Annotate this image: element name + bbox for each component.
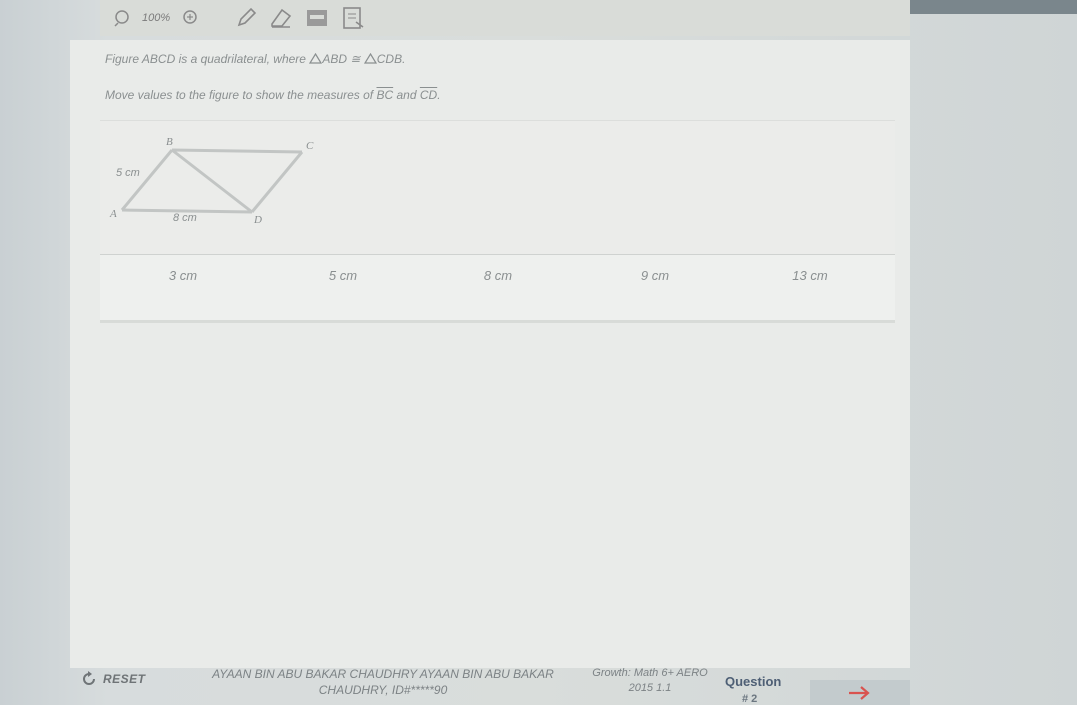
triangle-abd-label: ABD [322, 52, 347, 66]
side-ab [120, 149, 174, 211]
test-name-line-2: 2015 1.1 [628, 682, 672, 694]
toolbar: 100% [100, 0, 910, 36]
arrow-right-icon [849, 685, 870, 700]
answer-tile[interactable]: 5 cm [308, 262, 378, 290]
answer-tile[interactable]: 8 cm [463, 262, 533, 290]
diagonal-bd [171, 148, 253, 214]
pencil-icon [237, 7, 257, 27]
answer-tile[interactable]: 9 cm [620, 262, 690, 290]
congruent-symbol: ≅ [347, 52, 364, 66]
reset-label: RESET [103, 672, 146, 686]
reset-button[interactable]: RESET [80, 668, 146, 690]
notepad-tool-button[interactable] [340, 5, 366, 31]
question-line-1: Figure ABCD is a quadrilateral, where AB… [105, 52, 405, 66]
vertex-a-label: A [109, 208, 117, 220]
prompt-period-1: . [402, 52, 406, 66]
prompt-text-2: Move values to the figure to show the me… [105, 88, 377, 102]
side-bc [171, 148, 303, 154]
pencil-tool-button[interactable] [234, 6, 258, 30]
eraser-icon [271, 8, 292, 28]
side-ab-measure: 5 cm [116, 167, 140, 179]
student-name-line-1: AYAAN BIN ABU BAKAR CHAUDHRY AYAAN BIN A… [212, 667, 554, 681]
student-name: AYAAN BIN ABU BAKAR CHAUDHRY AYAAN BIN A… [188, 666, 578, 698]
next-question-button[interactable] [810, 680, 910, 705]
zoom-in-button[interactable] [180, 9, 200, 27]
quadrilateral-figure: A B C D 5 cm 8 cm [109, 136, 314, 226]
zoom-out-button[interactable] [112, 9, 132, 27]
vertex-d-label: D [253, 214, 262, 226]
eraser-tool-button[interactable] [268, 6, 294, 30]
triangle-cdb-label: CDB [376, 52, 403, 66]
prompt-period-2: . [437, 88, 441, 102]
question-label: Question [725, 674, 782, 689]
prompt-and: and [393, 88, 420, 102]
segment-bc-label: BC [376, 88, 394, 102]
zoom-level: 100% [142, 12, 171, 24]
zoom-out-icon [114, 10, 129, 27]
highlighter-tool-button[interactable] [304, 6, 330, 30]
answer-tile[interactable]: 3 cm [148, 262, 218, 290]
notepad-icon [343, 7, 364, 29]
side-cd [250, 151, 304, 213]
answer-tile[interactable]: 13 cm [775, 262, 845, 290]
window-top-strip [910, 0, 1077, 14]
test-name-line-1: Growth: Math 6+ AERO [592, 667, 708, 679]
zoom-in-icon [183, 10, 197, 24]
segment-cd-label: CD [419, 88, 438, 102]
question-number: # 2 [742, 693, 758, 705]
vertex-b-label: B [166, 136, 173, 148]
prompt-text-1: Figure ABCD is a quadrilateral, where [105, 52, 310, 66]
student-name-line-2: CHAUDHRY, ID#*****90 [318, 683, 448, 697]
side-ad-measure: 8 cm [173, 212, 197, 224]
reset-icon [83, 671, 95, 685]
question-line-2: Move values to the figure to show the me… [105, 88, 441, 102]
triangle-icon [309, 52, 323, 64]
triangle-icon [363, 52, 377, 64]
test-name: Growth: Math 6+ AERO 2015 1.1 [575, 666, 725, 696]
vertex-c-label: C [306, 140, 314, 152]
highlighter-icon [307, 10, 328, 26]
